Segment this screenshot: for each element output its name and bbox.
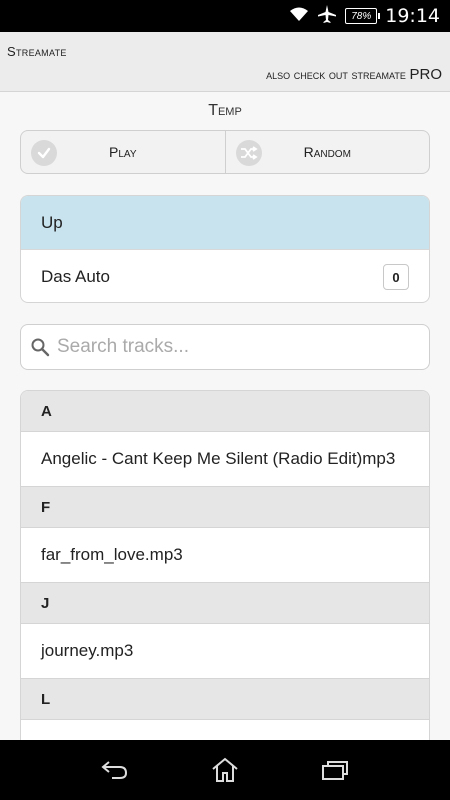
battery-indicator: 78% — [345, 8, 381, 24]
section-header-a: A — [21, 391, 429, 432]
random-button[interactable]: Random — [224, 131, 430, 173]
section-header-f: F — [21, 487, 429, 528]
app-title: Streamate — [7, 44, 67, 59]
track-list: A Angelic - Cant Keep Me Silent (Radio E… — [20, 390, 430, 750]
app-bar: Streamate also check out streamate PRO — [0, 32, 450, 92]
playlist-label: Up — [41, 212, 63, 232]
search-icon — [29, 336, 51, 358]
random-label: Random — [303, 144, 351, 160]
promo-text: also check out streamate — [266, 67, 406, 82]
search-input[interactable] — [57, 336, 417, 358]
status-icons: 78% 19:14 — [289, 0, 440, 32]
status-bar: 78% 19:14 — [0, 0, 450, 32]
track-row[interactable]: far_from_love.mp3 — [21, 528, 429, 583]
airplane-icon — [317, 4, 337, 29]
track-row[interactable]: journey.mp3 — [21, 624, 429, 679]
play-label: Play — [109, 144, 137, 160]
playlist-list: Up Das Auto 0 — [20, 195, 430, 303]
playlist-label: Das Auto — [41, 267, 110, 286]
promo-pro-text: PRO — [409, 66, 442, 83]
back-icon[interactable] — [90, 750, 140, 790]
playlist-item-das-auto[interactable]: Das Auto 0 — [21, 250, 429, 302]
wifi-icon — [289, 6, 309, 27]
search-box — [20, 324, 430, 370]
page-title: Temp — [208, 102, 242, 119]
recents-icon[interactable] — [310, 750, 360, 790]
clock: 19:14 — [385, 5, 440, 27]
playlist-item-up[interactable]: Up — [21, 196, 429, 250]
action-bar: Play Random — [20, 130, 430, 174]
section-header-j: J — [21, 583, 429, 624]
promo-link[interactable]: also check out streamate PRO — [266, 66, 442, 83]
check-icon — [31, 140, 57, 166]
shuffle-icon — [235, 140, 262, 166]
play-button[interactable]: Play — [21, 131, 225, 173]
track-row[interactable]: Angelic - Cant Keep Me Silent (Radio Edi… — [21, 432, 429, 487]
navigation-bar — [0, 740, 450, 800]
count-badge: 0 — [383, 264, 409, 290]
home-icon[interactable] — [200, 750, 250, 790]
section-header-l: L — [21, 679, 429, 720]
